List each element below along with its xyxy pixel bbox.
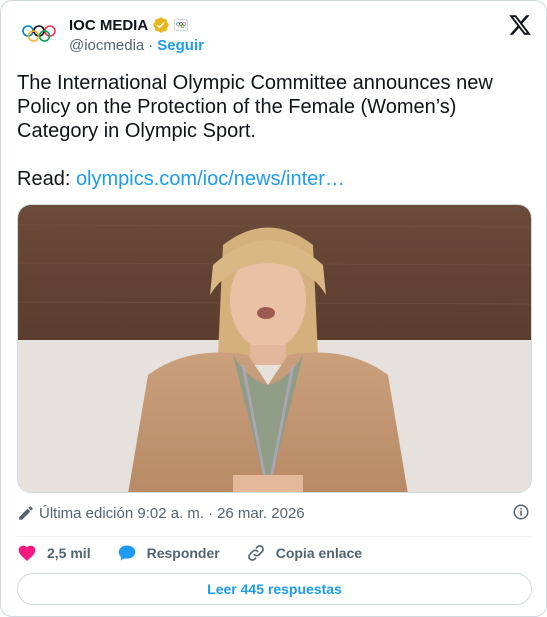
read-prefix: Read: bbox=[17, 168, 76, 190]
author-name[interactable]: IOC MEDIA bbox=[69, 17, 148, 34]
edited-label[interactable]: Última edición 9:02 a. m. bbox=[39, 505, 204, 522]
like-count: 2,5 mil bbox=[47, 545, 91, 561]
x-logo-icon[interactable] bbox=[508, 13, 532, 37]
olympic-rings-icon bbox=[22, 25, 56, 42]
video-thumbnail[interactable] bbox=[17, 204, 532, 493]
author-handle-row: @iocmedia · Seguir bbox=[69, 37, 204, 54]
copy-link-label: Copia enlace bbox=[275, 545, 363, 561]
pencil-icon bbox=[19, 506, 33, 520]
affiliation-badge[interactable] bbox=[174, 19, 189, 31]
author-handle[interactable]: @iocmedia bbox=[69, 37, 144, 54]
speaker-video-frame bbox=[18, 205, 531, 492]
divider bbox=[17, 536, 532, 537]
author-name-row: IOC MEDIA bbox=[69, 15, 189, 35]
like-button[interactable]: 2,5 mil bbox=[17, 543, 91, 563]
heart-icon bbox=[18, 545, 36, 561]
reply-button[interactable]: Responder bbox=[117, 543, 220, 563]
article-link[interactable]: olympics.com/ioc/news/inter… bbox=[76, 168, 345, 190]
speech-bubble-icon bbox=[118, 545, 135, 561]
action-bar: 2,5 mil Responder Copia enlace bbox=[17, 542, 388, 564]
edited-info: Última edición 9:02 a. m. · 26 mar. 2026 bbox=[17, 503, 305, 523]
info-icon[interactable] bbox=[512, 503, 530, 521]
post-date[interactable]: 26 mar. 2026 bbox=[217, 505, 305, 522]
post-header: IOC MEDIA @iocmedia · Seguir bbox=[17, 13, 532, 57]
embedded-post-card: IOC MEDIA @iocmedia · Seguir The Interna… bbox=[0, 0, 547, 617]
copy-link-button[interactable]: Copia enlace bbox=[246, 543, 362, 563]
verified-badge-icon[interactable] bbox=[152, 16, 170, 34]
read-replies-button[interactable]: Leer 445 respuestas bbox=[17, 573, 532, 605]
read-line: Read: olympics.com/ioc/news/inter… bbox=[17, 167, 345, 191]
avatar[interactable] bbox=[17, 15, 61, 55]
link-icon bbox=[247, 545, 264, 561]
olympic-rings-small-icon bbox=[176, 22, 186, 28]
reply-label: Responder bbox=[146, 545, 220, 561]
separator: · bbox=[208, 504, 214, 522]
separator: · bbox=[148, 37, 154, 54]
post-text: The International Olympic Committee anno… bbox=[17, 72, 493, 142]
follow-button[interactable]: Seguir bbox=[157, 37, 204, 54]
